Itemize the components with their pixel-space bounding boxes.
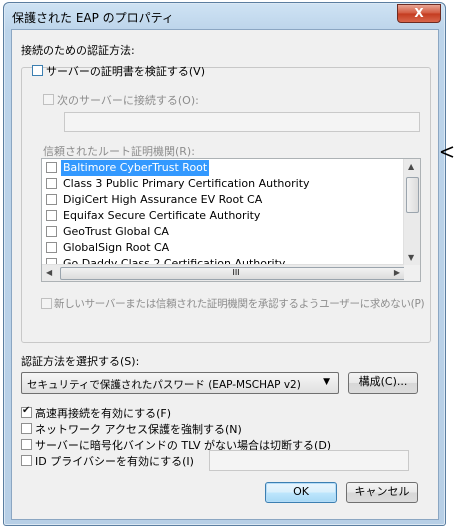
nap-checkbox[interactable] <box>21 423 32 434</box>
root-name: DigiCert High Assurance EV Root CA <box>63 193 263 206</box>
root-checkbox[interactable] <box>46 162 57 173</box>
no-prompt-label: 新しいサーバーまたは信頼された証明機関を承認するようユーザーに求めない(P) <box>54 298 425 310</box>
dialog-body: 接続のための認証方法: サーバーの証明書を検証する(V) 次のサーバーに接続する… <box>11 29 439 520</box>
root-checkbox[interactable] <box>46 226 57 237</box>
window-title: 保護された EAP のプロパティ <box>12 11 174 25</box>
verify-server-cert-label: サーバーの証明書を検証する(V) <box>46 65 205 78</box>
horizontal-scroll-thumb[interactable]: III <box>60 267 412 280</box>
identity-privacy-input[interactable] <box>209 450 409 471</box>
root-name: Baltimore CyberTrust Root <box>61 160 210 176</box>
server-names-input[interactable] <box>64 112 420 132</box>
scroll-right-icon[interactable]: ▶ <box>394 268 400 277</box>
auth-method-value: セキュリティで保護されたパスワード (EAP-MSCHAP v2) <box>27 379 301 391</box>
root-name: Equifax Secure Certificate Authority <box>63 209 261 222</box>
vertical-scrollbar[interactable]: ▲ ▼ <box>403 159 420 265</box>
root-checkbox[interactable] <box>46 210 57 221</box>
connect-servers-checkbox[interactable] <box>43 94 54 105</box>
close-button[interactable]: X <box>397 4 441 23</box>
root-name: GlobalSign Root CA <box>63 241 170 254</box>
dialog-window: 保護された EAP のプロパティ X 接続のための認証方法: サーバーの証明書を… <box>3 2 446 526</box>
scroll-down-icon[interactable]: ▼ <box>408 253 414 262</box>
identity-privacy-label: ID プライバシーを有効にする(I) <box>35 455 194 468</box>
scroll-corner <box>404 265 420 281</box>
verify-cert-row[interactable]: サーバーの証明書を検証する(V) <box>32 62 205 78</box>
auth-method-heading: 接続のための認証方法: <box>21 44 135 57</box>
root-checkbox[interactable] <box>46 178 57 189</box>
cancel-button[interactable]: キャンセル <box>346 482 418 503</box>
ok-button[interactable]: OK <box>265 482 337 503</box>
tlv-disconnect-checkbox[interactable] <box>21 439 32 450</box>
nap-label: ネットワーク アクセス保護を強制する(N) <box>35 423 242 436</box>
title-bar[interactable]: 保護された EAP のプロパティ X <box>4 3 445 29</box>
fast-reconnect-checkbox[interactable] <box>21 405 32 418</box>
root-checkbox[interactable] <box>46 194 57 205</box>
select-method-label: 認証方法を選択する(S): <box>21 355 140 368</box>
horizontal-scrollbar[interactable]: ◀ III ▶ <box>42 264 412 281</box>
auth-method-dropdown[interactable]: セキュリティで保護されたパスワード (EAP-MSCHAP v2) ▼ <box>21 372 339 394</box>
vertical-scroll-thumb[interactable] <box>406 177 419 213</box>
fast-reconnect-label: 高速再接続を有効にする(F) <box>35 407 172 420</box>
verify-server-cert-checkbox[interactable] <box>32 65 43 76</box>
trusted-roots-list[interactable]: Baltimore CyberTrust Root Class 3 Public… <box>41 158 421 282</box>
root-checkbox[interactable] <box>46 242 57 253</box>
identity-privacy-checkbox[interactable] <box>21 455 32 466</box>
root-name: GeoTrust Global CA <box>63 225 169 238</box>
root-name: Class 3 Public Primary Certification Aut… <box>63 177 310 190</box>
no-prompt-checkbox[interactable] <box>41 298 52 309</box>
scroll-up-icon[interactable]: ▲ <box>408 162 414 171</box>
chevron-down-icon: ▼ <box>323 377 330 387</box>
arrow-pointer-icon <box>440 146 454 158</box>
connect-servers-label: 次のサーバーに接続する(O): <box>57 94 199 107</box>
configure-button[interactable]: 構成(C)... <box>348 372 418 394</box>
scroll-left-icon[interactable]: ◀ <box>46 268 52 277</box>
trusted-roots-label: 信頼されたルート証明機関(R): <box>43 145 195 158</box>
